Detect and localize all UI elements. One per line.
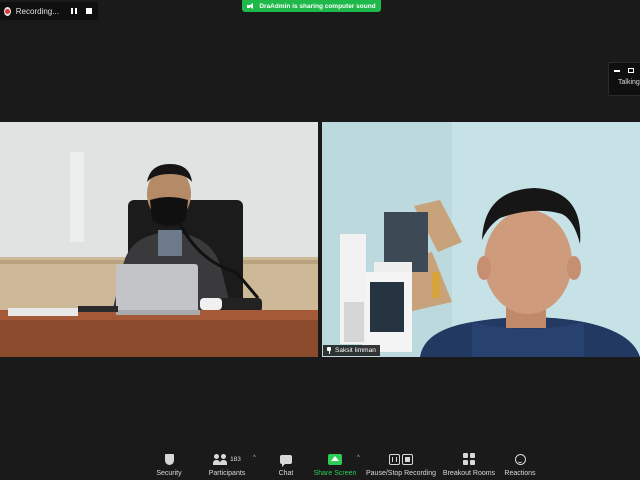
recording-indicator: Recording... — [0, 2, 98, 20]
participants-label: Participants — [208, 470, 246, 477]
reactions-smiley-icon — [514, 453, 526, 465]
recording-label: Recording... — [15, 6, 59, 16]
sharing-sound-text: DraAdmin is sharing computer sound — [259, 2, 376, 10]
minimize-icon[interactable] — [614, 69, 620, 72]
talking-panel[interactable]: Talking — [608, 62, 640, 96]
chat-bubble-icon — [280, 454, 292, 467]
security-button[interactable]: Security — [151, 452, 187, 477]
breakout-rooms-button[interactable]: Breakout Rooms — [442, 452, 496, 477]
speaker-icon — [247, 2, 255, 10]
meeting-toolbar: Security 183 Participants ^ Chat Share S… — [0, 448, 640, 480]
pause-icon — [71, 8, 78, 14]
share-screen-label: Share Screen — [313, 470, 357, 477]
recording-dot-icon — [4, 6, 11, 16]
shield-icon — [164, 453, 174, 465]
video-tile-presenter[interactable] — [0, 122, 318, 357]
participants-icon — [213, 453, 228, 465]
presenter-video-frame — [0, 122, 318, 357]
share-screen-icon — [328, 453, 342, 465]
participants-button[interactable]: 183 Participants — [204, 452, 250, 477]
security-label: Security — [156, 470, 182, 477]
stop-icon — [85, 8, 92, 14]
chat-button[interactable]: Chat — [274, 452, 298, 477]
participant-count: 183 — [230, 455, 241, 463]
participants-caret-icon[interactable]: ^ — [253, 455, 256, 461]
participant-video-frame — [322, 122, 640, 357]
sharing-sound-banner: DraAdmin is sharing computer sound — [242, 0, 381, 12]
stop-recording-button[interactable] — [83, 5, 94, 17]
talking-label: Talking — [618, 79, 640, 86]
chat-label: Chat — [278, 470, 294, 477]
pause-stop-recording-button[interactable]: Pause/Stop Recording — [366, 452, 436, 477]
expand-icon[interactable] — [628, 68, 634, 73]
share-screen-button[interactable]: Share Screen — [312, 452, 358, 477]
pause-stop-icon — [389, 453, 413, 465]
pause-recording-button[interactable] — [69, 5, 80, 17]
participant-name: Saksit Iimman — [335, 347, 376, 354]
participant-name-tag: Saksit Iimman — [323, 345, 380, 356]
reactions-label: Reactions — [504, 470, 536, 477]
breakout-rooms-icon — [463, 453, 475, 465]
pin-icon — [326, 347, 332, 354]
breakout-rooms-label: Breakout Rooms — [442, 470, 496, 477]
video-tile-participant[interactable]: Saksit Iimman — [322, 122, 640, 357]
reactions-button[interactable]: Reactions — [503, 452, 537, 477]
pause-stop-recording-label: Pause/Stop Recording — [365, 470, 437, 477]
share-screen-caret-icon[interactable]: ^ — [357, 455, 360, 461]
